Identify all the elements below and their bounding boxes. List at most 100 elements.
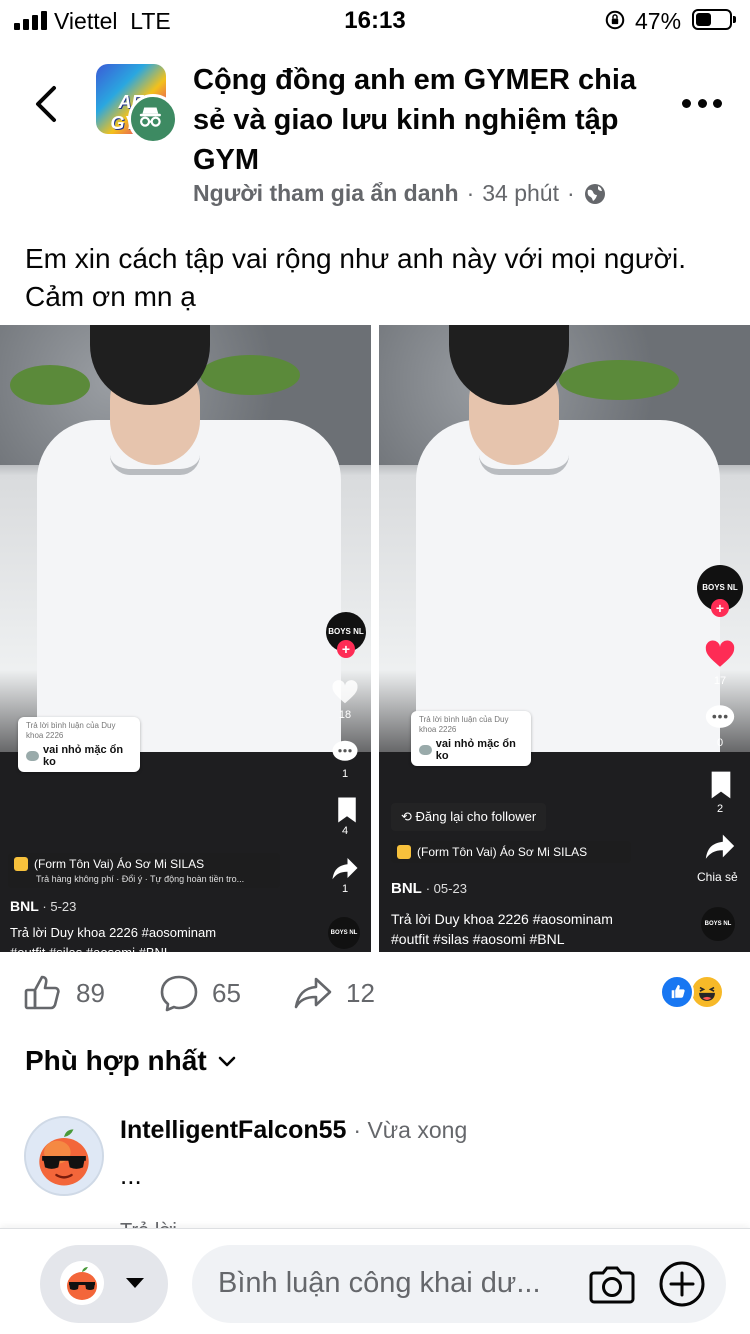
- video-date: · 5-23: [42, 899, 77, 914]
- video-caption: Trả lời Duy khoa 2226 #aosominam #outfit…: [391, 909, 613, 949]
- save-count: 4: [341, 825, 349, 837]
- video-username[interactable]: BNL · 05-23: [391, 880, 467, 897]
- identity-switcher[interactable]: [40, 1245, 168, 1323]
- share-label: Chia sẻ: [697, 870, 738, 884]
- reaction-summary[interactable]: [660, 975, 730, 1011]
- rotation-lock-icon: [605, 10, 625, 30]
- battery-level: [696, 13, 711, 26]
- add-circle-icon[interactable]: [658, 1260, 706, 1308]
- video-caption-line: #outfit #silas #aosomi #BNL: [391, 931, 565, 947]
- shop-product-subtitle: Trả hàng không phí · Đổi ý · Tự động hoà…: [36, 874, 245, 884]
- photo-subject-chain: [479, 455, 569, 475]
- meta-separator: ·: [466, 180, 475, 206]
- comment-count: 65: [212, 977, 241, 1008]
- video-username[interactable]: BNL · 5-23: [10, 898, 76, 914]
- more-options-button[interactable]: [682, 96, 722, 110]
- share-count: 12: [346, 977, 375, 1008]
- share-button[interactable]: 12: [292, 965, 375, 1021]
- post-text: Em xin cách tập vai rộng như anh này với…: [25, 243, 686, 312]
- bookmark-icon[interactable]: [705, 769, 737, 801]
- photo-plant: [10, 365, 90, 405]
- comment-header: IntelligentFalcon55 · Vừa xong: [120, 1116, 467, 1145]
- video-caption: Trả lời Duy khoa 2226 #aosominam #outfit…: [10, 923, 216, 952]
- repost-label: Đăng lại cho follower: [415, 809, 537, 824]
- comment-button[interactable]: 65: [158, 965, 241, 1021]
- sound-disc-icon[interactable]: BOYS NL: [328, 917, 360, 949]
- battery-icon: [692, 9, 736, 30]
- reply-sticker-text: vai nhỏ mặc ổn ko: [42, 744, 124, 768]
- status-bar: Viettel LTE 16:13 47%: [0, 0, 750, 40]
- group-title[interactable]: Cộng đồng anh em GYMER chia sẻ và giao l…: [193, 60, 663, 180]
- comment-composer: Bình luận công khai dư...: [0, 1228, 750, 1334]
- like-count: 17: [713, 675, 727, 687]
- like-count: 89: [76, 977, 105, 1008]
- reply-sticker-text: vai nhỏ mặc ổn ko: [435, 738, 516, 762]
- bookmark-icon[interactable]: [332, 795, 362, 825]
- share-arrow-icon[interactable]: [330, 853, 360, 883]
- comment-input[interactable]: Bình luận công khai dư...: [192, 1245, 726, 1323]
- chevron-down-icon: [218, 1056, 235, 1067]
- post-action-bar: 89 65 12: [0, 965, 750, 1021]
- photo-plant: [200, 355, 300, 395]
- comment-time: · Vừa xong: [353, 1117, 468, 1143]
- share-arrow-icon: [294, 977, 332, 1009]
- meta-separator: ·: [567, 180, 575, 206]
- photo-plant: [559, 360, 679, 400]
- comment-bubble-icon[interactable]: [330, 737, 360, 767]
- video-caption-line: Trả lời Duy khoa 2226 #aosominam: [10, 925, 217, 940]
- comment-count: 0: [716, 737, 724, 749]
- photo-subject-pants: [0, 752, 371, 952]
- photo-subject-chain: [110, 455, 200, 475]
- battery-percent: 47%: [635, 8, 682, 34]
- post-meta: Người tham gia ẩn danh · 34 phút ·: [193, 180, 607, 207]
- identity-avatar: [60, 1261, 104, 1305]
- repost-chip[interactable]: ⟲ Đăng lại cho follower: [391, 803, 547, 831]
- shop-product-title: (Form Tôn Vai) Áo Sơ Mi SILAS: [397, 845, 625, 859]
- comment-body: ...: [120, 1160, 142, 1190]
- post-photo-1[interactable]: BOYS NL + 18 1 4 1 Trả lời bình luận của…: [0, 325, 371, 952]
- comment-sort-dropdown[interactable]: Phù hợp nhất: [25, 1045, 239, 1077]
- heart-icon[interactable]: [330, 677, 360, 707]
- reply-sticker-caption: Trả lời bình luận của Duy khoa 2226: [419, 715, 509, 734]
- comment-bubble-icon: [160, 975, 198, 1012]
- repost-icon: ⟲: [401, 809, 412, 824]
- haha-reaction-icon: [690, 975, 724, 1009]
- post-author[interactable]: Người tham gia ẩn danh: [193, 180, 459, 207]
- sort-label: Phù hợp nhất: [25, 1045, 207, 1076]
- like-reaction-icon: [660, 975, 694, 1009]
- reply-comment-sticker: Trả lời bình luận của Duy khoa 2226 vai …: [411, 711, 531, 766]
- reply-sticker-avatar: [419, 745, 432, 755]
- follow-plus-icon[interactable]: +: [337, 640, 355, 658]
- comment-author-name[interactable]: IntelligentFalcon55: [120, 1116, 346, 1144]
- heart-icon[interactable]: [703, 637, 737, 671]
- reply-comment-sticker: Trả lời bình luận của Duy khoa 2226 vai …: [18, 717, 140, 772]
- anonymous-badge-icon: [128, 94, 178, 144]
- reply-sticker-avatar: [26, 751, 39, 761]
- shop-product-tag[interactable]: (Form Tôn Vai) Áo Sơ Mi SILAS Trả hàng k…: [8, 853, 280, 888]
- commenter-avatar[interactable]: [24, 1116, 104, 1196]
- post-time[interactable]: 34 phút: [482, 180, 559, 207]
- video-caption-line: Trả lời Duy khoa 2226 #aosominam: [391, 911, 613, 927]
- thumbs-up-icon: [24, 975, 60, 1010]
- caret-down-icon: [126, 1278, 144, 1288]
- comment-bubble-icon[interactable]: [703, 701, 737, 735]
- share-arrow-icon[interactable]: [703, 829, 737, 863]
- reply-sticker-caption: Trả lời bình luận của Duy khoa 2226: [26, 721, 116, 740]
- sound-disc-icon[interactable]: BOYS NL: [701, 907, 735, 941]
- photo-grid: BOYS NL + 18 1 4 1 Trả lời bình luận của…: [0, 325, 750, 952]
- back-button[interactable]: [26, 80, 70, 128]
- comment-count: 1: [341, 768, 349, 780]
- camera-icon[interactable]: [588, 1263, 636, 1305]
- share-count: 1: [341, 883, 349, 895]
- shop-product-title: (Form Tôn Vai) Áo Sơ Mi SILAS: [14, 857, 274, 871]
- like-button[interactable]: 89: [22, 965, 105, 1021]
- post-photo-2[interactable]: BOYS NL + 17 0 2 Chia sẻ Trả lời bình lu…: [379, 325, 750, 952]
- comment-input-placeholder: Bình luận công khai dư...: [218, 1267, 541, 1299]
- globe-icon: [584, 183, 605, 204]
- follow-plus-icon[interactable]: +: [711, 599, 729, 617]
- save-count: 2: [716, 803, 724, 815]
- like-count: 18: [338, 709, 352, 721]
- video-date: · 05-23: [425, 881, 467, 896]
- video-caption-line: #outfit #silas #aosomi #BNL: [10, 943, 216, 952]
- shop-product-tag[interactable]: (Form Tôn Vai) Áo Sơ Mi SILAS: [391, 841, 631, 863]
